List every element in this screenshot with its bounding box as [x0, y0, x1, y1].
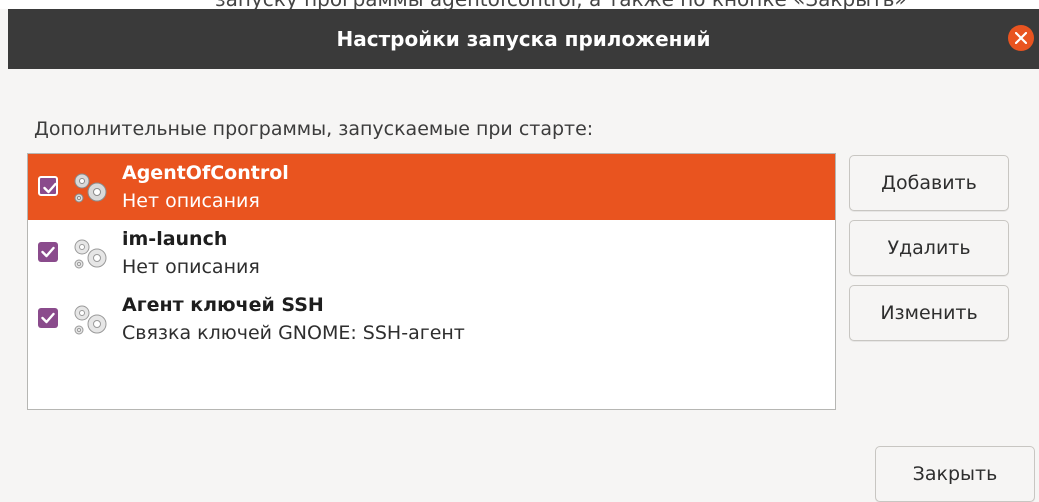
close-button[interactable]: Закрыть — [875, 446, 1035, 502]
item-name: im-launch — [122, 228, 228, 250]
edit-button[interactable]: Изменить — [849, 285, 1009, 341]
item-name: Агент ключей SSH — [122, 294, 324, 316]
checkmark-icon — [41, 246, 55, 258]
startup-programs-list[interactable]: AgentOfControl Нет описания im-launch Не… — [27, 153, 836, 410]
section-label: Дополнительные программы, запускаемые пр… — [34, 118, 594, 140]
item-description: Нет описания — [122, 190, 260, 212]
close-window-button[interactable] — [1008, 25, 1034, 51]
add-button[interactable]: Добавить — [849, 155, 1009, 211]
gears-icon — [74, 173, 107, 203]
checkmark-icon — [43, 182, 57, 194]
window-title: Настройки запуска приложений — [336, 27, 711, 51]
list-item[interactable]: Агент ключей SSH Связка ключей GNOME: SS… — [28, 286, 835, 352]
item-description: Нет описания — [122, 256, 260, 278]
list-item[interactable]: AgentOfControl Нет описания — [28, 154, 835, 220]
window-titlebar: Настройки запуска приложений — [8, 9, 1039, 69]
item-description: Связка ключей GNOME: SSH-агент — [122, 322, 465, 344]
remove-button[interactable]: Удалить — [849, 220, 1009, 276]
checkmark-icon — [41, 312, 55, 324]
background-text-strip: запуску программы agentofcontrol, а такж… — [0, 0, 1039, 9]
enable-checkbox[interactable] — [38, 176, 58, 196]
close-icon — [1015, 32, 1027, 44]
background-text: запуску программы agentofcontrol, а такж… — [215, 0, 907, 9]
enable-checkbox[interactable] — [38, 308, 58, 328]
gears-icon — [74, 305, 107, 335]
gears-icon — [74, 239, 107, 269]
item-name: AgentOfControl — [122, 162, 289, 184]
list-item[interactable]: im-launch Нет описания — [28, 220, 835, 286]
enable-checkbox[interactable] — [38, 242, 58, 262]
